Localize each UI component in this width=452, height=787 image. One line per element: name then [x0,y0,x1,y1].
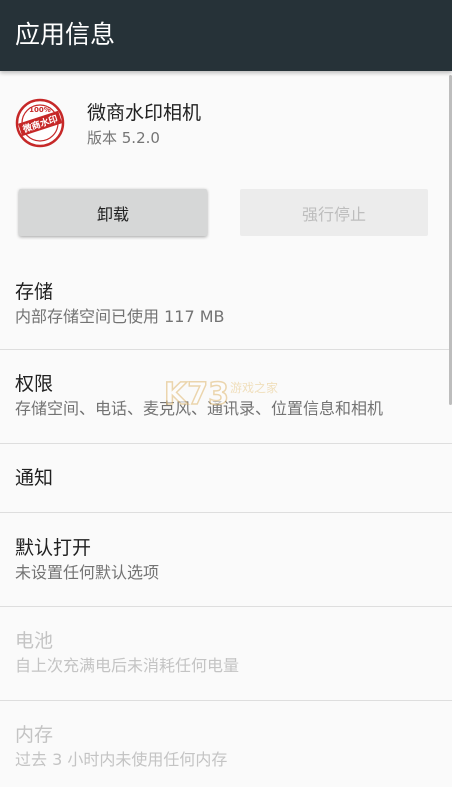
row-title: 权限 [15,373,54,395]
row-subtitle: 过去 3 小时内未使用任何内存 [15,750,228,769]
page-title: 应用信息 [15,20,116,49]
row-subtitle: 未设置任何默认选项 [15,563,160,582]
settings-row-permissions[interactable]: 权限 存储空间、电话、麦克风、通讯录、位置信息和相机 [0,350,452,444]
app-bar: 应用信息 [0,0,452,71]
row-subtitle: 内部存储空间已使用 117 MB [15,307,225,326]
settings-row-open-by-default[interactable]: 默认打开 未设置任何默认选项 [0,513,452,607]
settings-row-battery: 电池 自上次充满电后未消耗任何电量 [0,607,452,701]
settings-row-notifications[interactable]: 通知 [0,444,452,513]
app-header: 100% 微商水印 微商水印相机 版本 5.2.0 [0,71,452,181]
settings-row-memory: 内存 过去 3 小时内未使用任何内存 [0,701,452,787]
app-version: 版本 5.2.0 [87,129,160,147]
uninstall-button[interactable]: 卸载 [19,189,207,236]
row-title: 通知 [15,467,54,489]
row-subtitle: 自上次充满电后未消耗任何电量 [15,656,240,675]
app-name: 微商水印相机 [87,102,202,124]
row-title: 内存 [15,724,54,746]
force-stop-button[interactable]: 强行停止 [240,189,428,236]
app-seal-icon: 100% 微商水印 [15,98,65,148]
row-title: 电池 [15,630,54,652]
svg-text:100%: 100% [29,106,51,114]
settings-row-storage[interactable]: 存储 内部存储空间已使用 117 MB [0,252,452,350]
row-title: 默认打开 [15,537,92,559]
row-subtitle: 存储空间、电话、麦克风、通讯录、位置信息和相机 [15,399,384,418]
row-title: 存储 [15,281,54,303]
